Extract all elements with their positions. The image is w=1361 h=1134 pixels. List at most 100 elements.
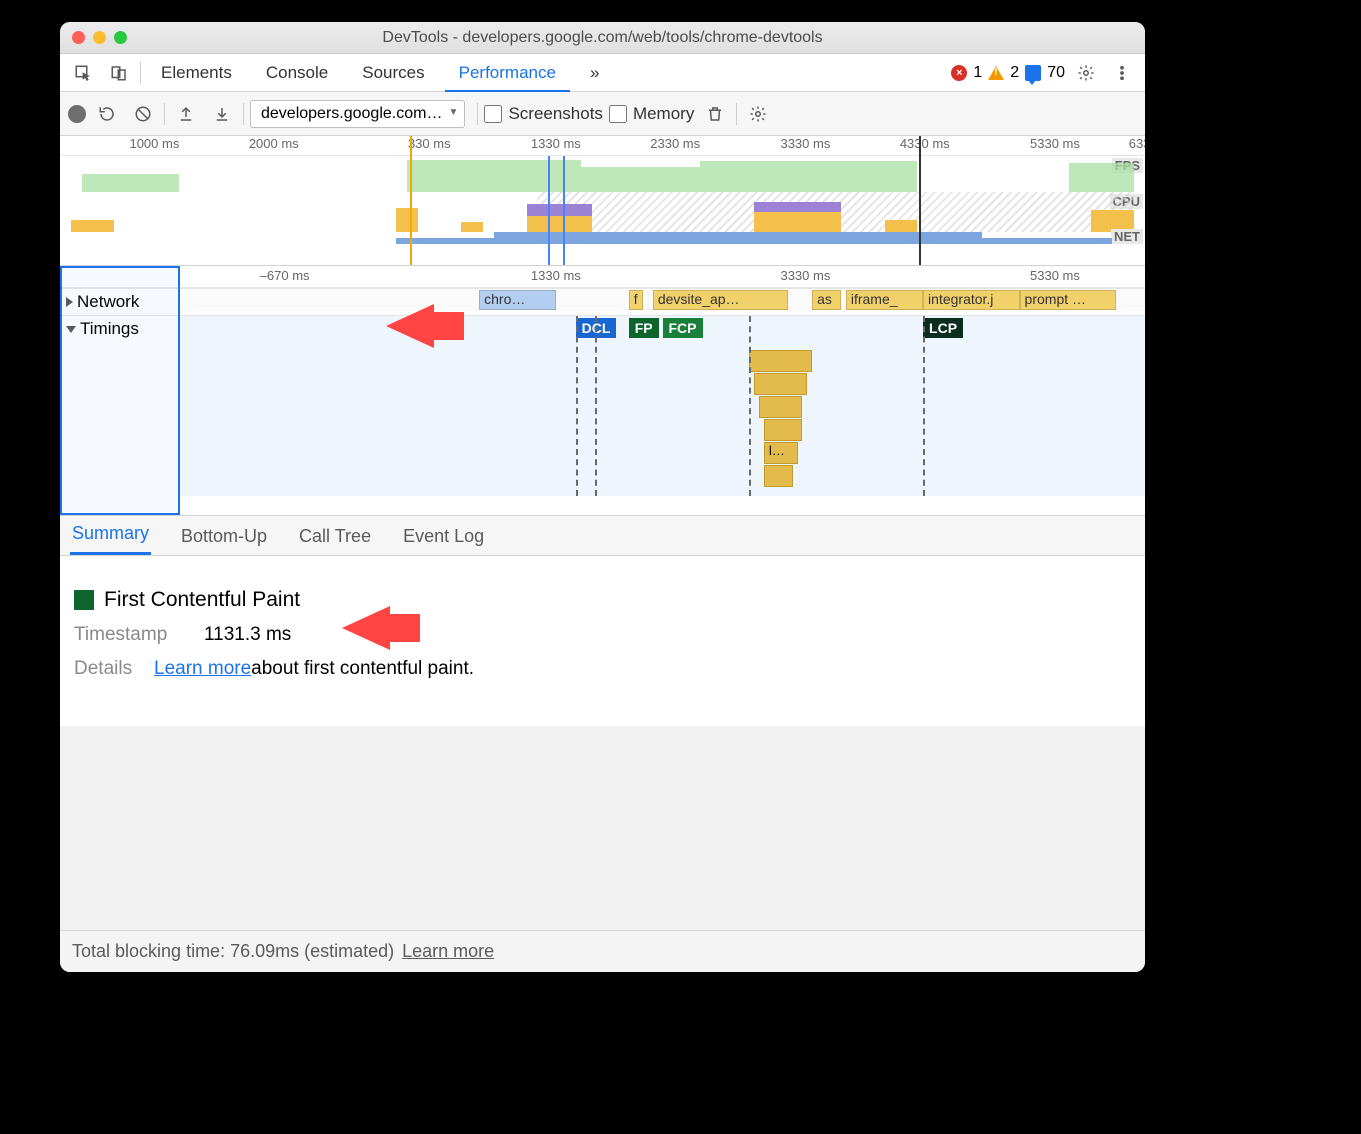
window-title: DevTools - developers.google.com/web/too… — [60, 29, 1145, 47]
tick: 5330 ms — [1030, 268, 1080, 283]
tick: 633 — [1129, 136, 1145, 151]
warning-count: 2 — [1010, 64, 1019, 82]
tab-sources[interactable]: Sources — [348, 54, 438, 92]
tick: 4330 ms — [900, 136, 950, 151]
footer-learn-more-link[interactable]: Learn more — [402, 941, 494, 962]
marker-line — [919, 136, 921, 265]
tab-summary[interactable]: Summary — [70, 515, 151, 555]
network-block[interactable]: devsite_ap… — [653, 290, 788, 310]
collapse-icon — [66, 326, 76, 333]
reload-record-icon[interactable] — [92, 99, 122, 129]
kebab-menu-icon[interactable] — [1107, 58, 1137, 88]
net-lane: NET — [60, 232, 1145, 246]
screenshots-checkbox[interactable]: Screenshots — [484, 104, 603, 124]
blocking-time-text: Total blocking time: 76.09ms (estimated) — [72, 941, 394, 962]
timestamp-value: 1131.3 ms — [204, 624, 291, 646]
network-label: Network — [77, 292, 139, 312]
summary-panel: First Contentful Paint Timestamp 1131.3 … — [60, 556, 1145, 930]
network-block[interactable]: chro… — [479, 290, 556, 310]
details-label: Details — [74, 658, 154, 680]
marker-line — [410, 136, 412, 265]
task-bar[interactable] — [759, 396, 802, 418]
inspect-icon[interactable] — [68, 58, 98, 88]
error-count: 1 — [973, 64, 982, 82]
more-tabs-button[interactable]: » — [576, 54, 613, 92]
annotation-arrow-icon — [386, 304, 434, 348]
performance-toolbar: developers.google.com… Screenshots Memor… — [60, 92, 1145, 136]
timing-fp[interactable]: FP — [629, 318, 659, 338]
error-icon: × — [951, 65, 967, 81]
empty-area — [60, 726, 1145, 930]
device-toggle-icon[interactable] — [104, 58, 134, 88]
event-title: First Contentful Paint — [104, 588, 300, 612]
network-block[interactable]: as — [812, 290, 841, 310]
task-bar-labeled[interactable]: l… — [764, 442, 798, 464]
task-bar[interactable] — [749, 350, 812, 372]
dashed-line — [576, 316, 578, 496]
record-button[interactable] — [68, 105, 86, 123]
timeline-overview[interactable]: 1000 ms 2000 ms 330 ms 1330 ms 2330 ms 3… — [60, 136, 1145, 266]
window-titlebar: DevTools - developers.google.com/web/too… — [60, 22, 1145, 54]
network-block[interactable]: f — [629, 290, 643, 310]
screenshots-checkbox-input[interactable] — [484, 105, 502, 123]
task-bar[interactable] — [754, 373, 807, 395]
tick: 3330 ms — [780, 136, 830, 151]
timings-track-header[interactable]: Timings — [60, 316, 180, 342]
upload-icon[interactable] — [171, 99, 201, 129]
screenshots-label: Screenshots — [508, 104, 603, 124]
settings-gear-icon[interactable] — [1071, 58, 1101, 88]
network-block[interactable]: iframe_ — [846, 290, 923, 310]
network-block[interactable]: prompt … — [1020, 290, 1117, 310]
memory-label: Memory — [633, 104, 694, 124]
tick: 5330 ms — [1030, 136, 1080, 151]
memory-checkbox-input[interactable] — [609, 105, 627, 123]
tick: 1330 ms — [531, 136, 581, 151]
tick: 2000 ms — [249, 136, 299, 151]
main-ruler: –670 ms 1330 ms 3330 ms 5330 ms — [60, 266, 1145, 288]
tab-call-tree[interactable]: Call Tree — [297, 518, 373, 555]
divider — [477, 103, 478, 125]
timings-track-body: DCL FP FCP LCP l… — [180, 316, 1145, 496]
tab-performance[interactable]: Performance — [445, 54, 570, 92]
task-bar[interactable] — [764, 419, 803, 441]
network-track[interactable]: Network chro… f devsite_ap… as iframe_ i… — [60, 288, 1145, 315]
dashed-line — [923, 316, 925, 496]
timing-lcp[interactable]: LCP — [923, 318, 963, 338]
tick: 2330 ms — [650, 136, 700, 151]
tab-console[interactable]: Console — [252, 54, 342, 92]
cpu-lane: CPU — [60, 192, 1145, 232]
overview-ruler: 1000 ms 2000 ms 330 ms 1330 ms 2330 ms 3… — [60, 136, 1145, 156]
divider — [243, 103, 244, 125]
task-bar[interactable] — [764, 465, 793, 487]
capture-settings-gear-icon[interactable] — [743, 99, 773, 129]
dashed-line — [749, 316, 751, 496]
status-bar: Total blocking time: 76.09ms (estimated)… — [60, 930, 1145, 972]
memory-checkbox[interactable]: Memory — [609, 104, 694, 124]
tick: 1000 ms — [129, 136, 179, 151]
net-label: NET — [1111, 229, 1143, 244]
network-track-body: chro… f devsite_ap… as iframe_ integrato… — [180, 289, 1145, 311]
devtools-tab-row: Elements Console Sources Performance » ×… — [60, 54, 1145, 92]
recording-dropdown[interactable]: developers.google.com… — [250, 100, 465, 128]
download-icon[interactable] — [207, 99, 237, 129]
main-panel[interactable]: –670 ms 1330 ms 3330 ms 5330 ms Network … — [60, 266, 1145, 516]
event-color-swatch — [74, 590, 94, 610]
warning-icon — [988, 66, 1004, 80]
timestamp-label: Timestamp — [74, 624, 204, 646]
tab-event-log[interactable]: Event Log — [401, 518, 486, 555]
clear-icon[interactable] — [128, 99, 158, 129]
expand-icon — [66, 297, 73, 307]
tab-elements[interactable]: Elements — [147, 54, 246, 92]
issues-badges[interactable]: × 1 2 70 — [951, 64, 1065, 82]
trash-icon[interactable] — [700, 99, 730, 129]
tab-bottom-up[interactable]: Bottom-Up — [179, 518, 269, 555]
divider — [164, 103, 165, 125]
network-track-header[interactable]: Network — [60, 289, 180, 315]
learn-more-link[interactable]: Learn more — [154, 658, 251, 680]
timings-track[interactable]: Timings DCL FP FCP LCP l… — [60, 315, 1145, 515]
details-tabs: Summary Bottom-Up Call Tree Event Log — [60, 516, 1145, 556]
network-block[interactable]: integrator.j — [923, 290, 1020, 310]
tick: 330 ms — [408, 136, 451, 151]
timing-fcp[interactable]: FCP — [663, 318, 703, 338]
message-count: 70 — [1047, 64, 1065, 82]
